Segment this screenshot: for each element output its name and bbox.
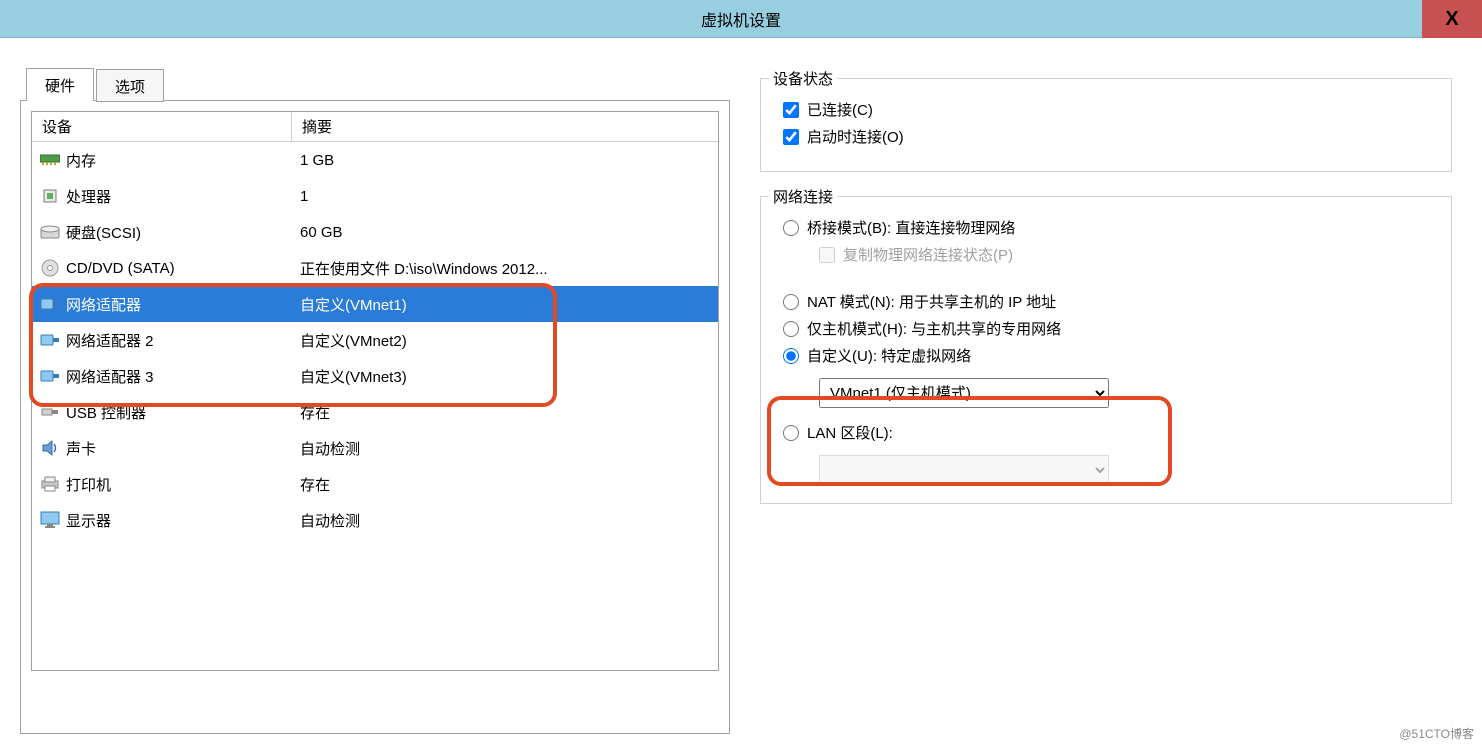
- titlebar: 虚拟机设置 X: [0, 0, 1482, 38]
- radio-hostonly-input[interactable]: [783, 321, 799, 337]
- radio-nat[interactable]: NAT 模式(N): 用于共享主机的 IP 地址: [783, 291, 1429, 312]
- tab-hardware[interactable]: 硬件: [26, 68, 94, 101]
- cpu-icon: [40, 186, 60, 206]
- col-header-device[interactable]: 设备: [32, 112, 292, 141]
- device-row-nic-1[interactable]: 网络适配器 自定义(VMnet1): [32, 286, 718, 322]
- device-row-usb[interactable]: USB 控制器 存在: [32, 394, 718, 430]
- memory-icon: [40, 150, 60, 170]
- checkbox-replicate: 复制物理网络连接状态(P): [819, 244, 1429, 265]
- col-header-summary[interactable]: 摘要: [292, 112, 718, 141]
- device-row-display[interactable]: 显示器 自动检测: [32, 502, 718, 538]
- device-row-cd[interactable]: CD/DVD (SATA) 正在使用文件 D:\iso\Windows 2012…: [32, 250, 718, 286]
- device-row-nic-3[interactable]: 网络适配器 3 自定义(VMnet3): [32, 358, 718, 394]
- group-network-connection: 网络连接 桥接模式(B): 直接连接物理网络 复制物理网络连接状态(P) NAT…: [760, 196, 1452, 504]
- device-row-sound[interactable]: 声卡 自动检测: [32, 430, 718, 466]
- tab-options[interactable]: 选项: [96, 69, 164, 102]
- nic-icon: [40, 330, 60, 350]
- device-list[interactable]: 设备 摘要 内存 1 GB: [31, 111, 719, 671]
- select-custom-vmnet[interactable]: VMnet1 (仅主机模式): [819, 378, 1109, 408]
- select-lan-segment: [819, 455, 1109, 485]
- device-row-hdd[interactable]: 硬盘(SCSI) 60 GB: [32, 214, 718, 250]
- close-icon: X: [1445, 8, 1458, 31]
- device-row-nic-2[interactable]: 网络适配器 2 自定义(VMnet2): [32, 322, 718, 358]
- radio-hostonly[interactable]: 仅主机模式(H): 与主机共享的专用网络: [783, 318, 1429, 339]
- window-title: 虚拟机设置: [701, 7, 781, 31]
- watermark: @51CTO博客: [1399, 725, 1474, 742]
- radio-custom-input[interactable]: [783, 348, 799, 364]
- checkbox-connected-input[interactable]: [783, 102, 799, 118]
- radio-nat-input[interactable]: [783, 294, 799, 310]
- radio-lan-segment[interactable]: LAN 区段(L):: [783, 422, 1429, 443]
- hardware-panel: 设备 摘要 内存 1 GB: [20, 100, 730, 734]
- nic-icon: [40, 294, 60, 314]
- checkbox-connect-at-power-on[interactable]: 启动时连接(O): [783, 126, 1429, 147]
- legend-device-state: 设备状态: [769, 68, 837, 89]
- display-icon: [40, 510, 60, 530]
- device-list-header: 设备 摘要: [32, 112, 718, 142]
- radio-bridged[interactable]: 桥接模式(B): 直接连接物理网络: [783, 217, 1429, 238]
- usb-icon: [40, 402, 60, 422]
- checkbox-poweron-input[interactable]: [783, 129, 799, 145]
- sound-icon: [40, 438, 60, 458]
- device-row-printer[interactable]: 打印机 存在: [32, 466, 718, 502]
- radio-custom[interactable]: 自定义(U): 特定虚拟网络: [783, 345, 1429, 366]
- checkbox-connected[interactable]: 已连接(C): [783, 99, 1429, 120]
- checkbox-replicate-input: [819, 247, 835, 263]
- radio-lan-input[interactable]: [783, 425, 799, 441]
- close-button[interactable]: X: [1422, 0, 1482, 38]
- group-device-state: 设备状态 已连接(C) 启动时连接(O): [760, 78, 1452, 172]
- legend-network: 网络连接: [769, 186, 837, 207]
- hdd-icon: [40, 222, 60, 242]
- device-row-memory[interactable]: 内存 1 GB: [32, 142, 718, 178]
- device-row-cpu[interactable]: 处理器 1: [32, 178, 718, 214]
- nic-icon: [40, 366, 60, 386]
- cd-icon: [40, 258, 60, 278]
- printer-icon: [40, 474, 60, 494]
- radio-bridged-input[interactable]: [783, 220, 799, 236]
